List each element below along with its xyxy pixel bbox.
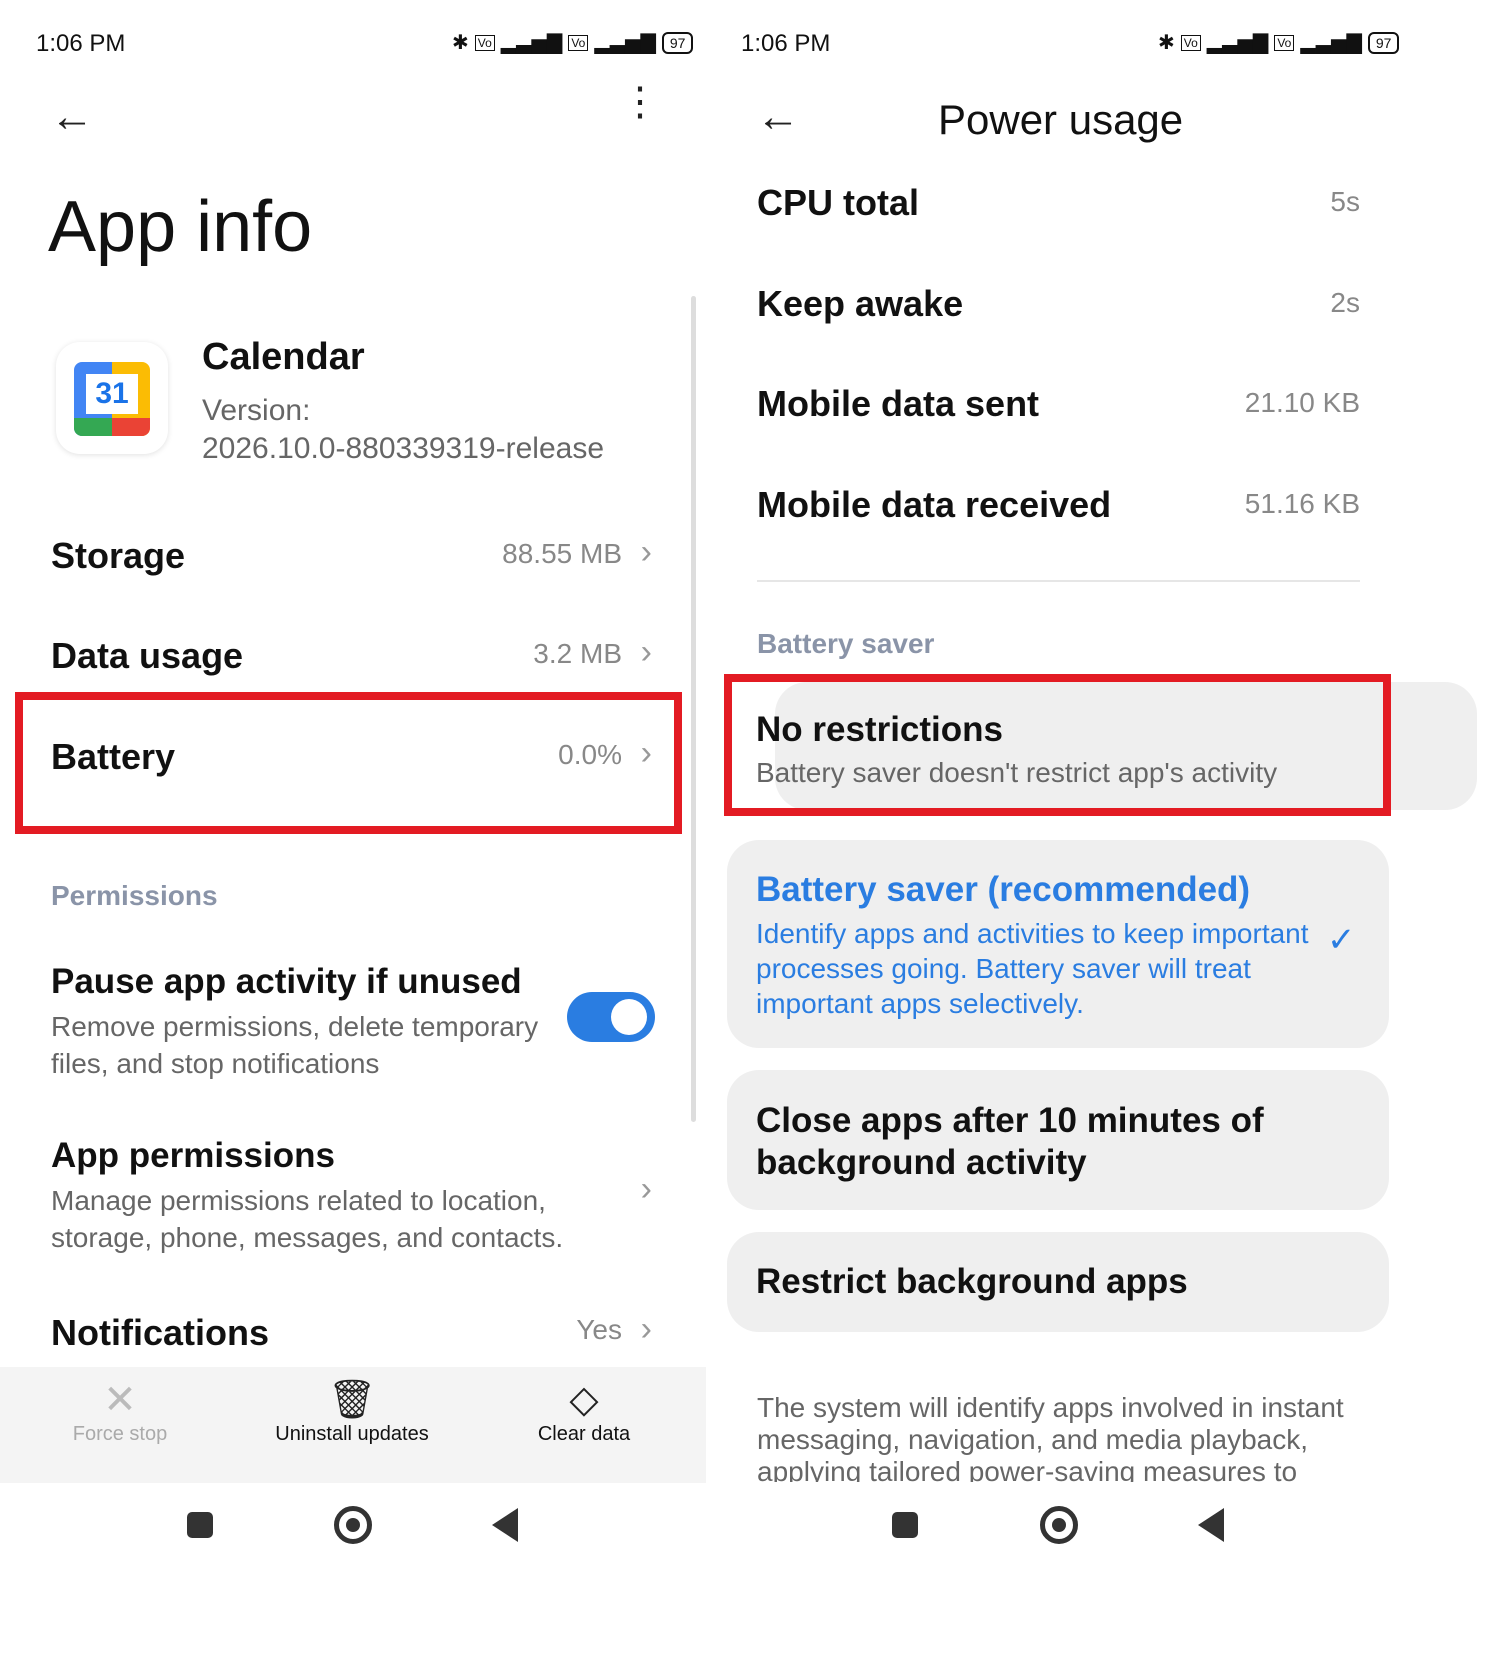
option-restrict-background[interactable]: Restrict background apps	[727, 1232, 1389, 1332]
option-title: Restrict background apps	[756, 1262, 1188, 1301]
chevron-right-icon: ›	[640, 1310, 652, 1348]
power-usage-title: Power usage	[938, 96, 1184, 143]
keep-awake-value: 2s	[1330, 287, 1360, 318]
highlight-box-no-restrictions	[724, 674, 1391, 816]
calendar-icon-green	[74, 418, 112, 436]
option-battery-saver[interactable]: Battery saver (recommended) Identify app…	[727, 840, 1389, 1048]
checkmark-icon: ✓	[1327, 921, 1356, 959]
chevron-right-icon: ›	[640, 533, 652, 571]
status-time-right: 1:06 PM	[741, 30, 831, 57]
version-label: Version:	[202, 394, 311, 427]
home-button-right[interactable]	[1040, 1506, 1078, 1544]
back-nav-button[interactable]	[492, 1508, 518, 1542]
cpu-total-label: CPU total	[757, 182, 919, 223]
recents-button-right[interactable]	[892, 1512, 918, 1538]
app-permissions-title: App permissions	[51, 1136, 335, 1175]
battery-icon: 97	[1367, 31, 1400, 54]
divider	[757, 580, 1360, 582]
pause-activity-desc: Remove permissions, delete temporary fil…	[51, 1011, 539, 1079]
pause-activity-row[interactable]: Pause app activity if unused Remove perm…	[0, 950, 706, 1090]
signal-icon: ▂▃▅▇	[500, 32, 563, 54]
data-received-value: 51.16 KB	[1244, 488, 1360, 519]
clear-data-button[interactable]: ◇ Clear data	[484, 1377, 684, 1473]
status-icons-right: ✱ Vo ▂▃▅▇ Vo ▂▃▅▇ 97	[1158, 30, 1400, 55]
storage-row[interactable]: Storage 88.55 MB ›	[0, 505, 706, 605]
notifications-row[interactable]: Notifications Yes ›	[0, 1290, 706, 1370]
data-received-label: Mobile data received	[757, 484, 1112, 525]
data-sent-label: Mobile data sent	[757, 383, 1040, 424]
signal-icon-2: ▂▃▅▇	[1300, 32, 1362, 54]
battery-icon: 97	[661, 31, 694, 54]
app-permissions-desc: Manage permissions related to location, …	[51, 1185, 564, 1253]
data-usage-row[interactable]: Data usage 3.2 MB ›	[0, 605, 706, 705]
battery-saver-header: Battery saver	[757, 628, 935, 659]
data-usage-label: Data usage	[51, 635, 244, 676]
chevron-right-icon: ›	[640, 1170, 652, 1208]
status-time: 1:06 PM	[36, 30, 126, 57]
volte-icon-2: Vo	[1274, 34, 1295, 51]
signal-icon-2: ▂▃▅▇	[594, 32, 656, 54]
signal-icon: ▂▃▅▇	[1206, 32, 1269, 54]
volte-icon: Vo	[1180, 34, 1201, 51]
option-close-apps[interactable]: Close apps after 10 minutes of backgroun…	[727, 1070, 1389, 1210]
calendar-icon-red	[112, 418, 150, 436]
clear-data-label: Clear data	[537, 1423, 631, 1445]
action-bar: ✕ Force stop 🗑 Uninstall updates ◇ Clear…	[0, 1367, 706, 1483]
volte-icon: Vo	[474, 34, 495, 51]
chevron-right-icon: ›	[640, 633, 652, 671]
notifications-label: Notifications	[51, 1312, 270, 1353]
back-nav-button-right[interactable]	[1198, 1508, 1224, 1542]
uninstall-updates-button[interactable]: 🗑 Uninstall updates	[252, 1377, 452, 1473]
option-desc: Identify apps and activities to keep imp…	[756, 918, 1309, 1019]
keep-awake-label: Keep awake	[757, 283, 964, 324]
bluetooth-icon: ✱	[452, 32, 469, 54]
notifications-value: Yes	[576, 1314, 622, 1345]
pause-activity-title: Pause app activity if unused	[51, 962, 522, 1001]
force-stop-button[interactable]: ✕ Force stop	[20, 1377, 220, 1473]
permissions-header: Permissions	[51, 880, 218, 911]
trash-icon: 🗑	[327, 1379, 377, 1421]
storage-value: 88.55 MB	[502, 538, 622, 569]
uninstall-updates-label: Uninstall updates	[275, 1423, 429, 1445]
force-stop-label: Force stop	[72, 1423, 168, 1445]
app-permissions-row[interactable]: App permissions Manage permissions relat…	[0, 1130, 706, 1260]
version-value: 2026.10.0-880339319-release	[202, 432, 604, 465]
data-sent-value: 21.10 KB	[1244, 387, 1360, 418]
recents-button[interactable]	[187, 1512, 213, 1538]
close-x-icon: ✕	[103, 1378, 137, 1422]
back-arrow-icon[interactable]: ←	[50, 92, 94, 142]
bluetooth-icon: ✱	[1158, 32, 1175, 54]
back-arrow-icon-right[interactable]: ←	[756, 92, 800, 142]
pause-activity-toggle[interactable]	[567, 992, 655, 1042]
more-options-icon[interactable]: ⋮	[620, 82, 660, 122]
option-title: Battery saver (recommended)	[756, 870, 1251, 909]
toggle-knob	[611, 999, 647, 1035]
app-name: Calendar	[202, 336, 365, 378]
calendar-icon: 31	[74, 362, 150, 436]
volte-icon-2: Vo	[568, 34, 589, 51]
calendar-icon-date: 31	[86, 374, 138, 414]
status-icons: ✱ Vo ▂▃▅▇ Vo ▂▃▅▇ 97	[452, 30, 694, 55]
data-usage-value: 3.2 MB	[533, 638, 622, 669]
cpu-total-value: 5s	[1330, 186, 1360, 217]
home-button[interactable]	[334, 1506, 372, 1544]
eraser-icon: ◇	[569, 1379, 599, 1421]
storage-label: Storage	[51, 535, 186, 576]
app-info-screen: 1:06 PM ✱ Vo ▂▃▅▇ Vo ▂▃▅▇ 97 ← ⋮ App inf…	[0, 0, 750, 1667]
page-title: App info	[48, 187, 313, 267]
highlight-box-battery	[15, 692, 682, 834]
footer-note: The system will identify apps involved i…	[757, 1392, 1344, 1482]
option-title: Close apps after 10 minutes of backgroun…	[756, 1101, 1264, 1182]
app-icon-frame: 31	[56, 342, 168, 454]
